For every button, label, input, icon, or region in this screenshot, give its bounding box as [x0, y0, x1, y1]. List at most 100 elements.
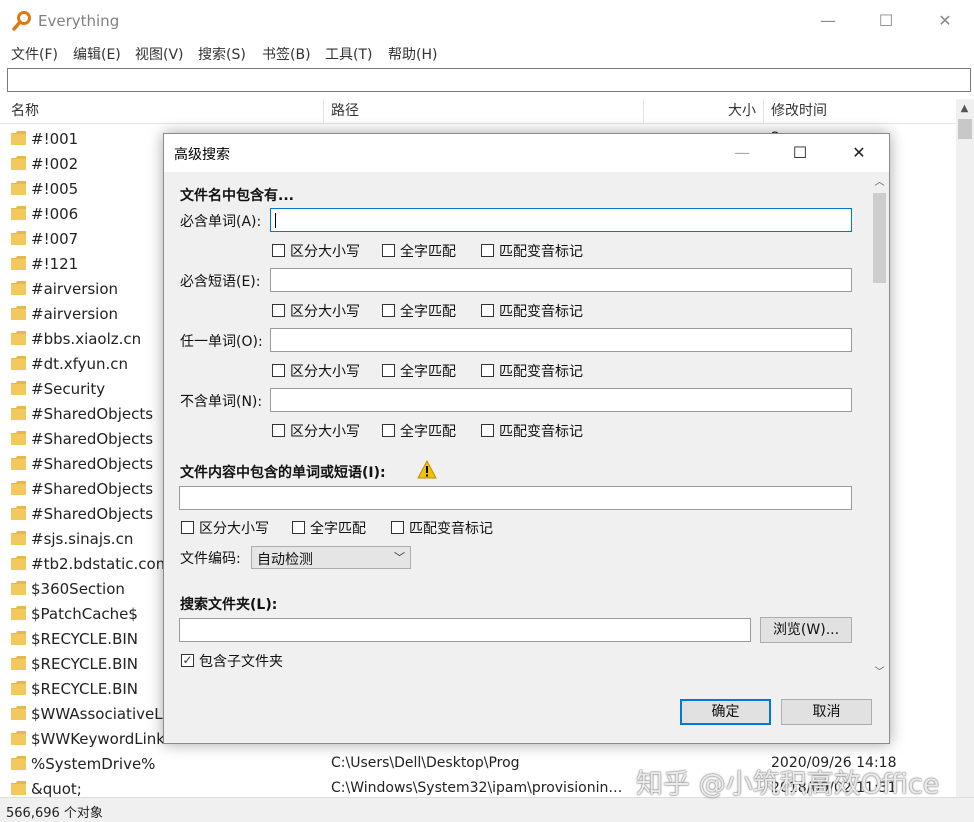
menu-bookmarks[interactable]: 书签(B) — [262, 44, 311, 64]
folder-icon — [11, 731, 26, 745]
any-word-input[interactable] — [270, 328, 852, 352]
scroll-down-icon[interactable]: ﹀ — [871, 665, 888, 681]
diacritics-checkbox[interactable] — [481, 424, 494, 437]
scroll-up-icon[interactable]: ︿ — [871, 175, 888, 191]
file-name: $WWAssociativeLi — [31, 705, 167, 723]
column-divider[interactable] — [643, 99, 644, 123]
folder-icon — [11, 631, 26, 645]
dialog-title-bar: 高级搜索 — ☐ ✕ — [164, 134, 889, 172]
folder-icon — [11, 131, 26, 145]
file-name: #!001 — [31, 130, 79, 148]
case-checkbox[interactable] — [272, 424, 285, 437]
file-name: $RECYCLE.BIN — [31, 655, 139, 673]
dialog-scrollbar-thumb[interactable] — [873, 193, 886, 283]
file-name: #!005 — [31, 180, 79, 198]
folder-icon — [11, 356, 26, 370]
case-label: 区分大小写 — [199, 521, 269, 537]
encoding-select[interactable]: 自动检测 ﹀ — [251, 546, 411, 569]
column-divider[interactable] — [763, 99, 764, 123]
file-name: #SharedObjects — [31, 430, 154, 448]
must-phrase-input[interactable] — [270, 268, 852, 292]
folder-icon — [11, 681, 26, 695]
dialog-close-button[interactable]: ✕ — [839, 140, 879, 166]
dialog-maximize-button[interactable]: ☐ — [780, 140, 820, 166]
search-input[interactable] — [7, 68, 971, 92]
file-name: #SharedObjects — [31, 480, 154, 498]
folder-section-heading: 搜索文件夹(L): — [180, 597, 278, 613]
diacritics-checkbox[interactable] — [391, 521, 404, 534]
browse-button[interactable]: 浏览(W)... — [760, 617, 852, 643]
menu-edit[interactable]: 编辑(E) — [73, 44, 121, 64]
exclude-words-input[interactable] — [270, 388, 852, 412]
content-input[interactable] — [179, 486, 852, 510]
file-name: $RECYCLE.BIN — [31, 680, 139, 698]
folder-icon — [11, 431, 26, 445]
column-name-header[interactable]: 名称 — [11, 99, 39, 123]
content-section-heading: 文件内容中包含的单词或短语(I): — [180, 465, 386, 481]
case-checkbox[interactable] — [272, 364, 285, 377]
exclude-words-label: 不含单词(N): — [180, 394, 263, 410]
folder-icon — [11, 456, 26, 470]
chevron-down-icon: ﹀ — [394, 551, 405, 564]
file-name: #!007 — [31, 230, 79, 248]
diacritics-checkbox[interactable] — [481, 364, 494, 377]
maximize-button[interactable]: ☐ — [863, 8, 909, 34]
folder-icon — [11, 256, 26, 270]
column-divider[interactable] — [323, 99, 324, 123]
whole-word-checkbox[interactable] — [382, 244, 395, 257]
folder-icon — [11, 481, 26, 495]
diacritics-label: 匹配变音标记 — [499, 244, 583, 260]
menu-view[interactable]: 视图(V) — [135, 44, 184, 64]
whole-word-checkbox[interactable] — [292, 521, 305, 534]
cancel-button[interactable]: 取消 — [781, 699, 872, 725]
magnifier-app-icon — [12, 11, 31, 31]
app-title: Everything — [38, 12, 120, 30]
dialog-minimize-button[interactable]: — — [722, 140, 762, 166]
close-button[interactable]: ✕ — [922, 8, 968, 34]
whole-word-label: 全字匹配 — [400, 364, 456, 380]
diacritics-checkbox[interactable] — [481, 304, 494, 317]
menu-file[interactable]: 文件(F) — [11, 44, 58, 64]
menu-search[interactable]: 搜索(S) — [198, 44, 246, 64]
folder-icon — [11, 606, 26, 620]
whole-word-checkbox[interactable] — [382, 364, 395, 377]
text-caret — [275, 213, 276, 228]
scroll-up-icon[interactable]: ▲ — [956, 101, 973, 117]
menu-tools[interactable]: 工具(T) — [325, 44, 372, 64]
folder-icon — [11, 231, 26, 245]
folder-icon — [11, 556, 26, 570]
diacritics-label: 匹配变音标记 — [409, 521, 493, 537]
case-checkbox[interactable] — [272, 304, 285, 317]
diacritics-label: 匹配变音标记 — [499, 304, 583, 320]
warning-icon — [417, 460, 437, 479]
diacritics-checkbox[interactable] — [481, 244, 494, 257]
column-modified-header[interactable]: 修改时间 — [771, 99, 827, 123]
whole-word-label: 全字匹配 — [400, 304, 456, 320]
ok-button[interactable]: 确定 — [680, 699, 771, 725]
column-path-header[interactable]: 路径 — [331, 99, 359, 123]
folder-icon — [11, 531, 26, 545]
dialog-scrollbar[interactable]: ︿ ﹀ — [871, 173, 888, 681]
must-words-label: 必含单词(A): — [180, 214, 262, 230]
file-name: $RECYCLE.BIN — [31, 630, 139, 648]
whole-word-checkbox[interactable] — [382, 424, 395, 437]
folder-icon — [11, 581, 26, 595]
folder-input[interactable] — [179, 618, 751, 642]
folder-icon — [11, 706, 26, 720]
case-checkbox[interactable] — [181, 521, 194, 534]
whole-word-checkbox[interactable] — [382, 304, 395, 317]
encoding-value: 自动检测 — [257, 552, 313, 568]
folder-icon — [11, 656, 26, 670]
case-checkbox[interactable] — [272, 244, 285, 257]
minimize-button[interactable]: — — [805, 8, 851, 34]
whole-word-label: 全字匹配 — [400, 244, 456, 260]
include-subfolders-checkbox[interactable]: ✓ — [181, 654, 194, 667]
folder-icon — [11, 306, 26, 320]
column-size-header[interactable]: 大小 — [728, 99, 756, 123]
scrollbar-thumb[interactable] — [958, 119, 972, 139]
file-name: %SystemDrive% — [31, 755, 156, 773]
must-words-input[interactable] — [270, 208, 852, 232]
vertical-scrollbar[interactable]: ▲ — [956, 99, 974, 797]
menu-help[interactable]: 帮助(H) — [388, 44, 437, 64]
must-phrase-label: 必含短语(E): — [180, 274, 261, 290]
